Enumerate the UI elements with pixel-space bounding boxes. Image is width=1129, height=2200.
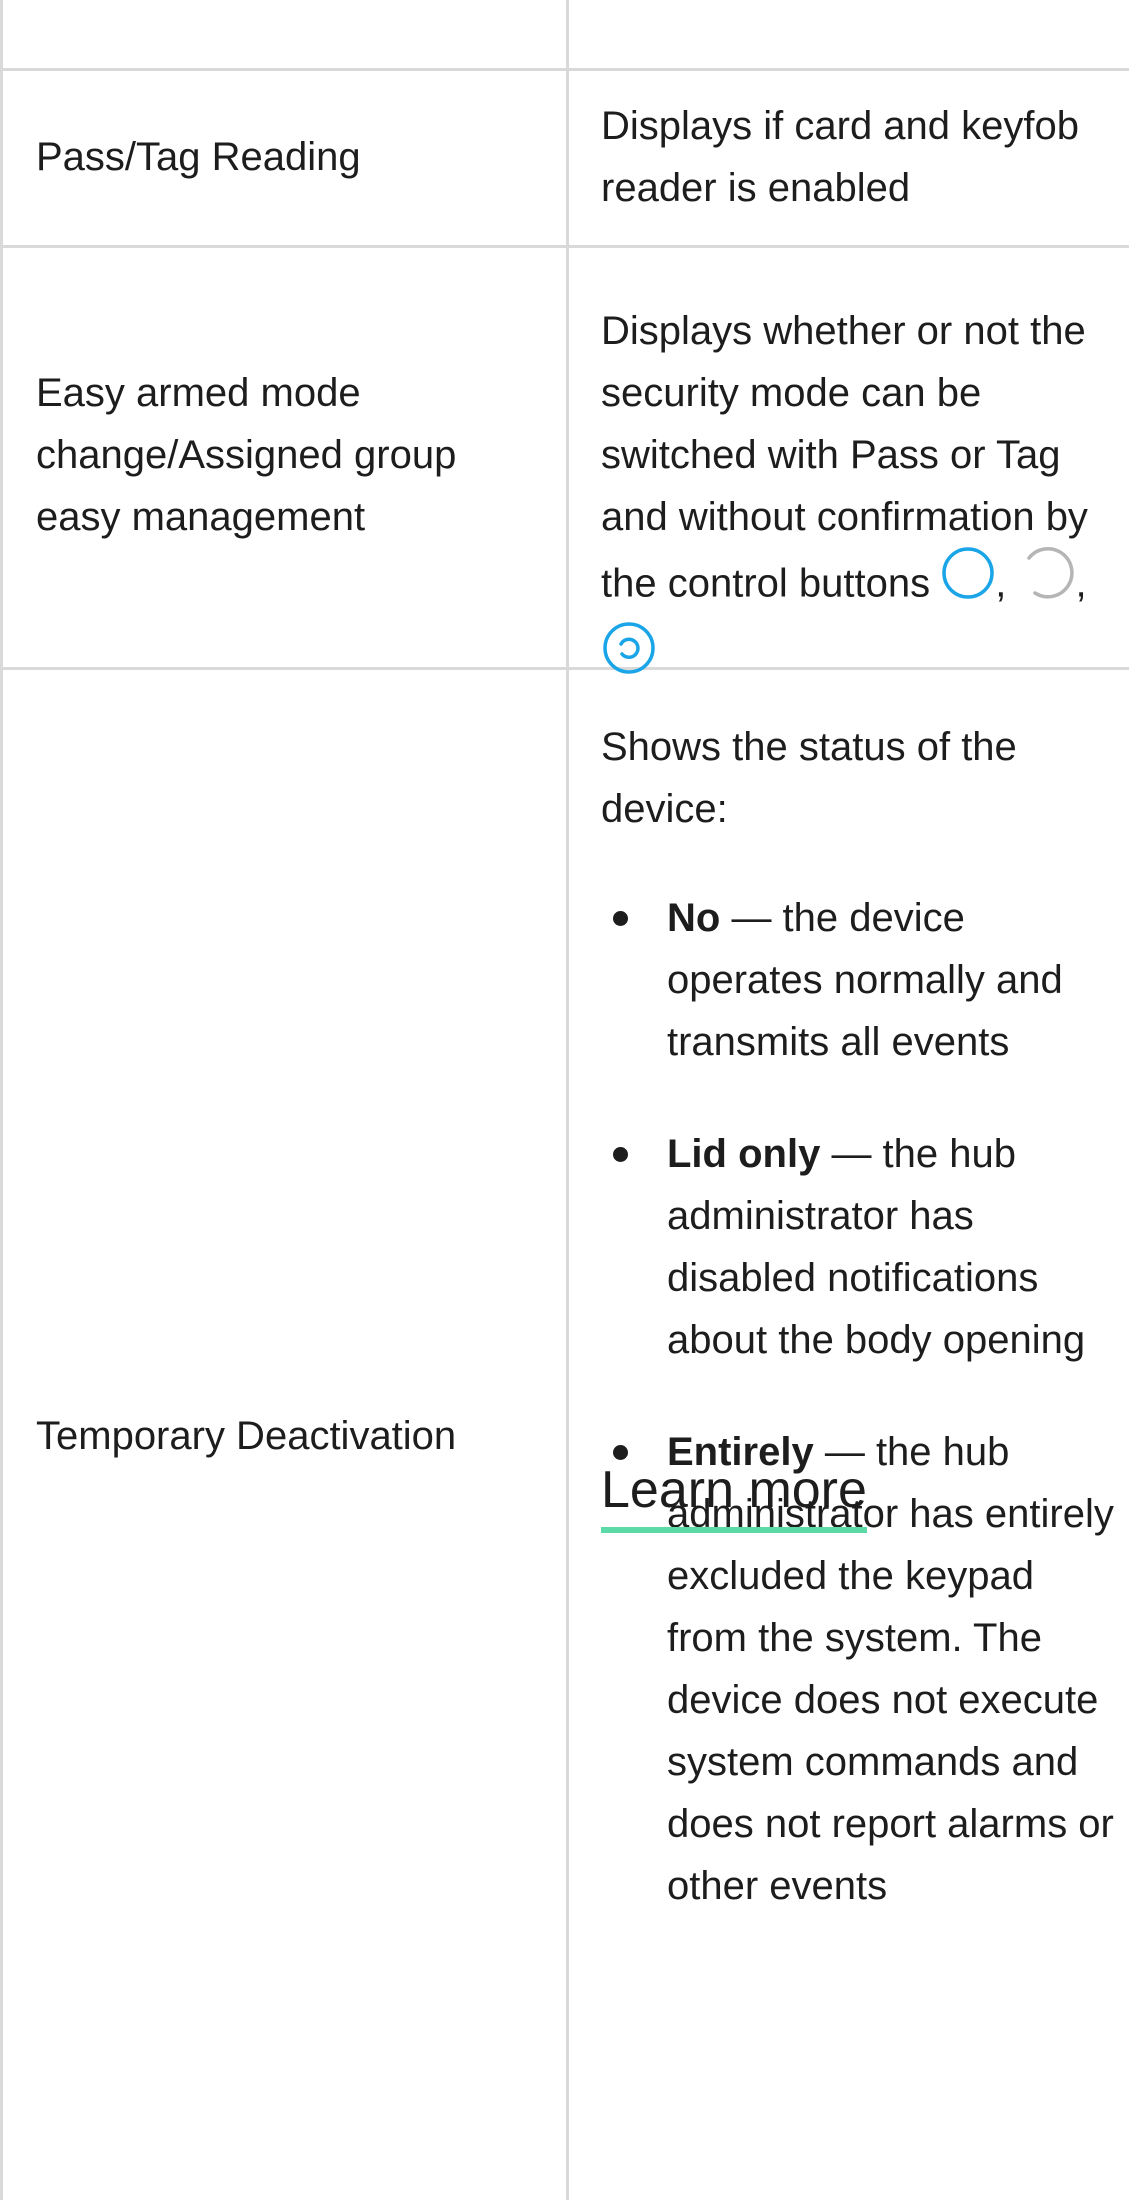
list-item: Lid only — the hub administrator has dis… xyxy=(601,1123,1121,1371)
column-divider xyxy=(566,0,569,2200)
disarm-icon xyxy=(1017,544,1075,620)
table-left-border xyxy=(0,0,3,2200)
arm-icon xyxy=(941,546,995,618)
settings-table: Pass/Tag Reading Displays if card and ke… xyxy=(0,0,1129,2200)
learn-more-link[interactable]: Learn more xyxy=(601,1455,867,1533)
deactivation-status-list: No — the device operates normally and tr… xyxy=(601,887,1121,1917)
icon-separator: , xyxy=(1075,561,1087,606)
status-term: No xyxy=(667,896,721,940)
icon-separator: , xyxy=(995,561,1007,606)
row-description-pass-tag-reading: Displays if card and keyfob reader is en… xyxy=(601,104,1080,210)
row-divider xyxy=(0,245,1129,248)
bullet-icon xyxy=(613,911,628,926)
status-text: — the device operates normally and trans… xyxy=(667,896,1063,1064)
status-term: Lid only xyxy=(667,1132,821,1176)
temporary-deactivation-intro: Shows the status of the device: xyxy=(601,725,1017,831)
easy-armed-description-text: Displays whether or not the security mod… xyxy=(601,309,1088,606)
list-item: No — the device operates normally and tr… xyxy=(601,887,1121,1073)
row-label-temporary-deactivation: Temporary Deactivation xyxy=(36,1414,457,1458)
bullet-icon xyxy=(613,1147,628,1162)
night-mode-icon xyxy=(601,620,657,694)
row-description-easy-armed-mode: Displays whether or not the security mod… xyxy=(601,300,1116,698)
row-label-pass-tag-reading: Pass/Tag Reading xyxy=(36,135,361,179)
row-divider xyxy=(0,68,1129,71)
row-label-easy-armed-mode: Easy armed mode change/Assigned group ea… xyxy=(36,371,457,539)
